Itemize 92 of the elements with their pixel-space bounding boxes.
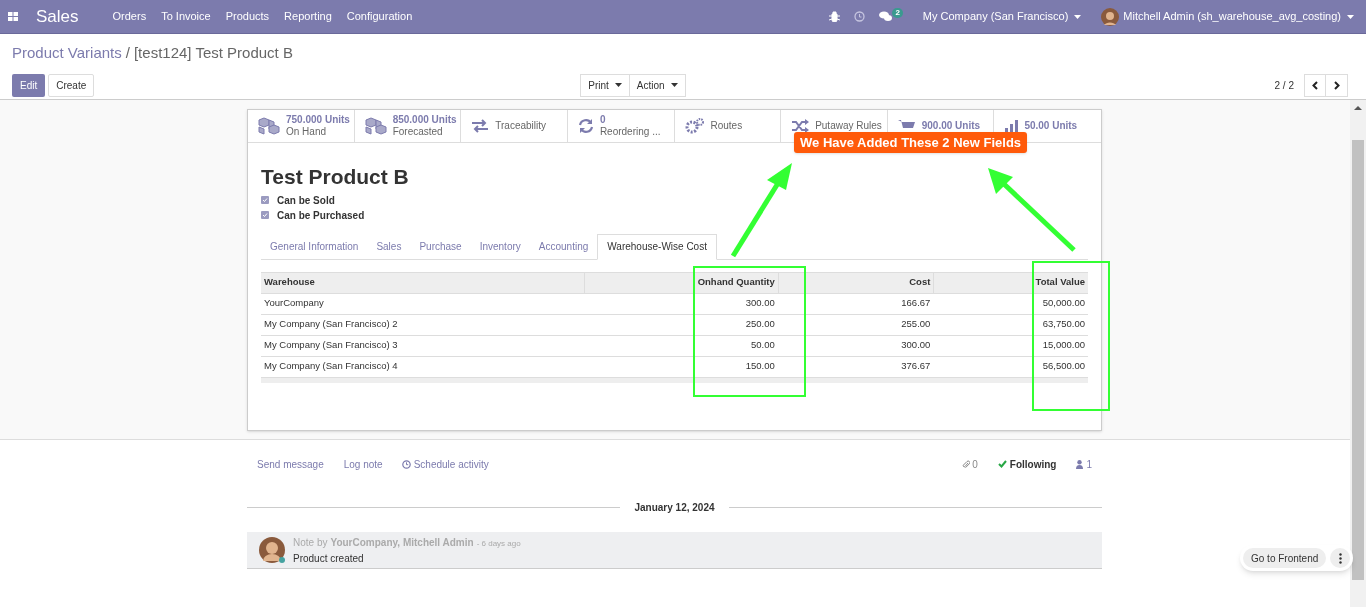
smart-button[interactable]: Traceability — [461, 110, 568, 142]
table-cell-text: 150.00 — [744, 359, 776, 374]
messages-button[interactable]: 2 — [879, 11, 903, 22]
menu-item[interactable]: Configuration — [346, 8, 413, 25]
cubes-icon — [258, 117, 280, 135]
smart-button[interactable]: Routes — [674, 110, 782, 142]
app-title[interactable]: Sales — [36, 3, 79, 30]
checkbox-label: Can be Purchased — [277, 208, 365, 223]
previous-button[interactable] — [1304, 73, 1326, 97]
smart-button[interactable]: 0 Reordering ... — [567, 110, 675, 142]
menu-item[interactable]: To Invoice — [161, 8, 211, 25]
caret-icon — [670, 83, 678, 87]
action-button[interactable]: Action — [629, 73, 686, 97]
attachments-button[interactable]: 0 — [962, 456, 978, 472]
tab[interactable]: Warehouse-Wise Cost — [597, 233, 717, 260]
following-button[interactable]: Following — [997, 456, 1057, 472]
bug-icon[interactable] — [829, 11, 841, 22]
menu-item[interactable]: Products — [225, 8, 270, 25]
table-cell-text: 255.00 — [900, 317, 932, 332]
caret-icon — [1347, 14, 1354, 19]
table-cell-text: 300.00 — [744, 296, 776, 311]
table-cell-text: 50.00 — [749, 338, 776, 353]
scrollbar[interactable] — [1350, 100, 1366, 607]
paperclip-icon — [962, 459, 971, 469]
table-cell-text: 166.67 — [900, 296, 932, 311]
column-header[interactable]: Warehouse — [261, 272, 585, 293]
create-button[interactable]: Create — [48, 73, 95, 97]
print-button[interactable]: Print — [580, 73, 630, 97]
user-menu[interactable]: Mitchell Admin (sh_warehouse_avg_costing) — [1123, 8, 1354, 25]
column-header[interactable]: Onhand Quantity — [584, 272, 778, 293]
more-options-button[interactable] — [1330, 548, 1351, 568]
table-cell-text: My Company (San Francisco) 2 — [263, 317, 399, 332]
send-message-link[interactable]: Send message — [257, 456, 324, 472]
edit-button[interactable]: Edit — [12, 73, 46, 97]
log-note-link[interactable]: Log note — [343, 456, 383, 472]
cubes-icon — [364, 117, 387, 135]
message-prefix: Note by — [293, 535, 328, 550]
column-header[interactable]: Cost — [777, 272, 934, 293]
check-icon — [997, 460, 1007, 468]
caret-icon — [614, 83, 622, 87]
user-icon — [1076, 459, 1084, 469]
smart-button[interactable]: 750.000 Units On Hand — [248, 110, 355, 142]
go-to-frontend-button[interactable]: Go to Frontend — [1243, 548, 1327, 568]
tab[interactable]: Accounting — [529, 233, 598, 260]
table-cell-text: YourCompany — [263, 296, 325, 311]
menu-item[interactable]: Orders — [112, 8, 147, 25]
chat-icon — [879, 11, 893, 22]
checkbox[interactable] — [261, 196, 269, 204]
message-count-badge: 2 — [892, 8, 903, 18]
table-cell-text: 15,000.00 — [1041, 338, 1086, 353]
table-cell-text: 376.67 — [900, 359, 932, 374]
table-cell-text: 56,500.00 — [1041, 359, 1086, 374]
tab[interactable]: Sales — [367, 233, 411, 260]
table-cell-text: My Company (San Francisco) 4 — [263, 359, 399, 374]
table-cell-text: 300.00 — [900, 338, 932, 353]
chevron-right-icon — [1333, 80, 1340, 90]
annotation-tooltip: We Have Added These 2 New Fields — [794, 132, 1028, 153]
breadcrumb-separator: / — [125, 43, 130, 63]
chevron-left-icon — [1312, 80, 1318, 90]
table-cell-text: 50,000.00 — [1041, 296, 1086, 311]
breadcrumb-link[interactable]: Product Variants — [12, 42, 122, 65]
product-title: Test Product B — [261, 164, 409, 190]
smart-button[interactable]: 850.000 Units Forecasted — [354, 110, 462, 142]
gears-icon — [684, 118, 705, 134]
shuffle-icon — [791, 119, 810, 133]
kebab-menu-icon — [1338, 552, 1342, 564]
company-switcher[interactable]: My Company (San Francisco) — [922, 8, 1082, 25]
date-separator: January 12, 2024 — [633, 500, 716, 515]
refresh-icon — [577, 118, 594, 134]
checkbox-label: Can be Sold — [277, 193, 335, 208]
tab[interactable]: Purchase — [410, 233, 471, 260]
table-cell-text: My Company (San Francisco) 3 — [263, 338, 399, 353]
menu-item[interactable]: Reporting — [284, 8, 332, 25]
avatar-icon — [1101, 7, 1120, 26]
breadcrumb-current: [test124] Test Product B — [133, 43, 293, 63]
clock-icon — [401, 459, 411, 469]
clock-icon[interactable] — [854, 11, 866, 22]
tab[interactable]: Inventory — [470, 233, 530, 260]
pager-value: 2 / 2 — [1274, 78, 1294, 93]
exchange-icon — [471, 119, 490, 133]
apps-menu-icon[interactable] — [8, 12, 18, 21]
avatar-icon — [258, 536, 286, 564]
checkbox[interactable] — [261, 211, 269, 219]
schedule-activity-link[interactable]: Schedule activity — [401, 456, 489, 472]
tab[interactable]: General Information — [261, 233, 368, 260]
next-button[interactable] — [1326, 73, 1348, 97]
column-header[interactable]: Total Value — [933, 272, 1088, 293]
caret-icon — [1074, 14, 1082, 19]
followers-button[interactable]: 1 — [1076, 456, 1092, 472]
table-cell-text: 250.00 — [744, 317, 776, 332]
table-cell-text: 63,750.00 — [1041, 317, 1086, 332]
message-body: Product created — [293, 551, 365, 566]
